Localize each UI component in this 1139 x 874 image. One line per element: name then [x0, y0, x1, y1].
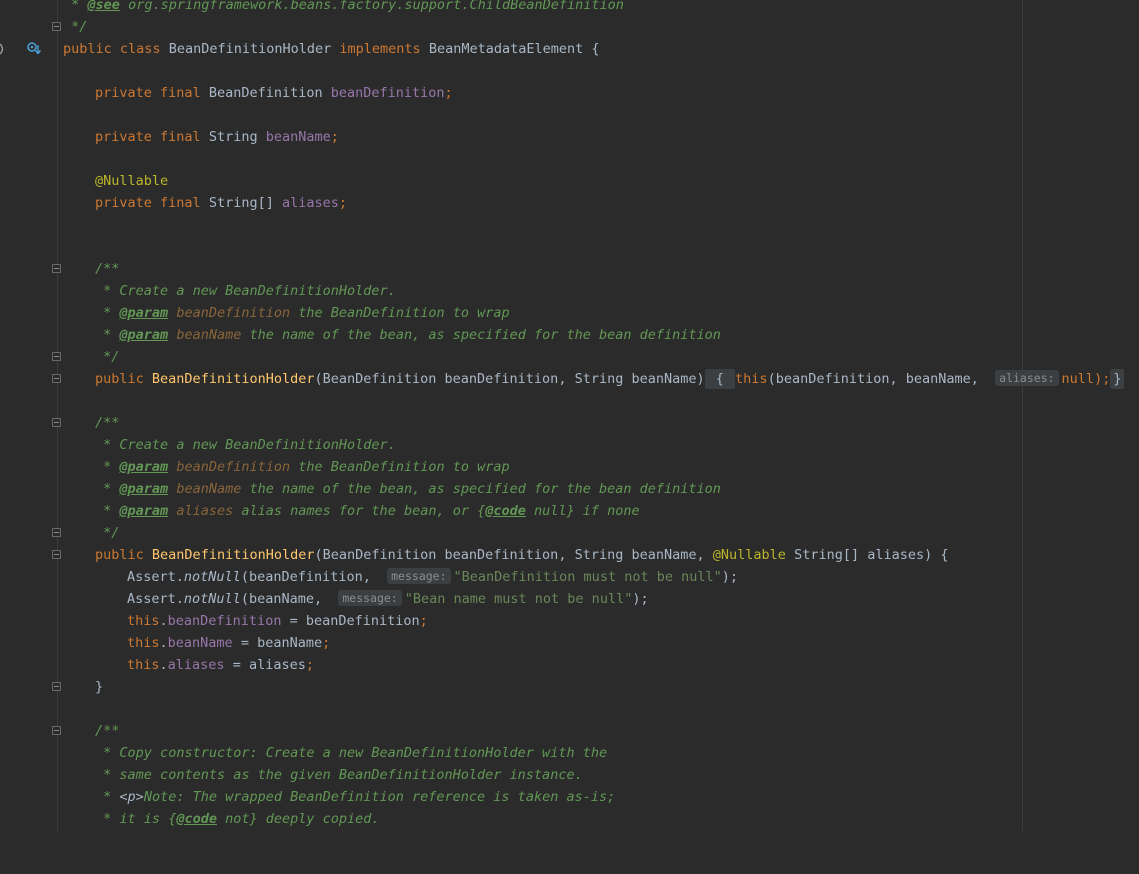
javadoc-line: /**	[0, 258, 1139, 280]
javadoc-line: * <p>Note: The wrapped BeanDefinition re…	[103, 789, 616, 805]
folded-code-block[interactable]: {	[704, 369, 736, 389]
statement-line: this.beanDefinition = beanDefinition;	[127, 613, 428, 629]
statement-line: this.aliases = aliases;	[127, 657, 314, 673]
constructor-name: BeanDefinitionHolder	[151, 547, 315, 563]
javadoc-tag: @param	[119, 503, 169, 519]
parameter-hint: message:	[387, 568, 451, 584]
class-name: BeanDefinitionHolder	[168, 41, 332, 57]
html-tag: <p>	[119, 789, 144, 805]
javadoc-tag: @param	[119, 481, 169, 497]
javadoc-tag: @see	[87, 0, 120, 13]
constructor-line: public BeanDefinitionHolder(BeanDefiniti…	[0, 368, 1139, 390]
javadoc-line: * @param beanName the name of the bean, …	[103, 327, 721, 343]
javadoc-line: */	[0, 346, 1139, 368]
statement-line: Assert.notNull(beanDefinition, message: "…	[127, 568, 738, 585]
fold-end-icon[interactable]	[52, 352, 61, 361]
parameter-hint: aliases:	[995, 370, 1059, 386]
javadoc-line: * it is {@code not} deeply copied.	[103, 811, 380, 827]
javadoc-line: /**	[0, 720, 1139, 742]
javadoc-line: * Create a new BeanDefinitionHolder.	[103, 283, 396, 299]
code-line: }	[0, 676, 1139, 698]
field-declaration-line: private final BeanDefinition beanDefinit…	[95, 85, 453, 101]
implemented-interface-icon[interactable]	[27, 41, 41, 57]
javadoc-line: * Create a new BeanDefinitionHolder.	[103, 437, 396, 453]
fold-expand-icon[interactable]	[52, 374, 61, 383]
javadoc-line: * @param beanName the name of the bean, …	[103, 481, 721, 497]
class-declaration-line: public class BeanDefinitionHolder implem…	[0, 38, 1139, 60]
statement-line: Assert.notNull(beanName, message: "Bean n…	[127, 590, 649, 607]
statement-line: this.beanName = beanName;	[127, 635, 331, 651]
fold-end-icon[interactable]	[52, 22, 61, 31]
parameter-hint: message:	[338, 590, 402, 606]
code-line: */	[0, 16, 1139, 38]
javadoc-code-tag: @code	[485, 503, 526, 519]
folded-code-end[interactable]: }	[1110, 369, 1125, 389]
fold-end-icon[interactable]	[52, 682, 61, 691]
javadoc-line: * Copy constructor: Create a new BeanDef…	[103, 745, 608, 761]
code-line: * @see org.springframework.beans.factory…	[0, 0, 1139, 16]
code-editor[interactable]: * @see org.springframework.beans.factory…	[0, 0, 1139, 830]
javadoc-tag: @param	[119, 305, 169, 321]
constructor-name: BeanDefinitionHolder	[151, 371, 315, 387]
fold-start-icon[interactable]	[52, 550, 61, 559]
fold-end-icon[interactable]	[52, 528, 61, 537]
fold-start-icon[interactable]	[52, 726, 61, 735]
see-reference: org.springframework.beans.factory.suppor…	[128, 0, 624, 13]
javadoc-line: * same contents as the given BeanDefinit…	[103, 767, 583, 783]
javadoc-line: * @param beanDefinition the BeanDefiniti…	[103, 459, 510, 475]
field-declaration-line: private final String[] aliases;	[95, 195, 348, 211]
javadoc-tag: @param	[119, 459, 169, 475]
annotation-line: @Nullable	[95, 173, 169, 189]
field-declaration-line: private final String beanName;	[95, 129, 339, 145]
javadoc-code-tag: @code	[176, 811, 217, 827]
javadoc-line: * @param beanDefinition the BeanDefiniti…	[103, 305, 510, 321]
javadoc-tag: @param	[119, 327, 169, 343]
constructor-line: public BeanDefinitionHolder(BeanDefiniti…	[0, 544, 1139, 566]
fold-start-icon[interactable]	[52, 264, 61, 273]
javadoc-line: */	[0, 522, 1139, 544]
breakpoint-edge-icon	[0, 43, 4, 55]
javadoc-line: /**	[0, 412, 1139, 434]
javadoc-line: * @param aliases alias names for the bea…	[103, 503, 640, 519]
fold-start-icon[interactable]	[52, 418, 61, 427]
